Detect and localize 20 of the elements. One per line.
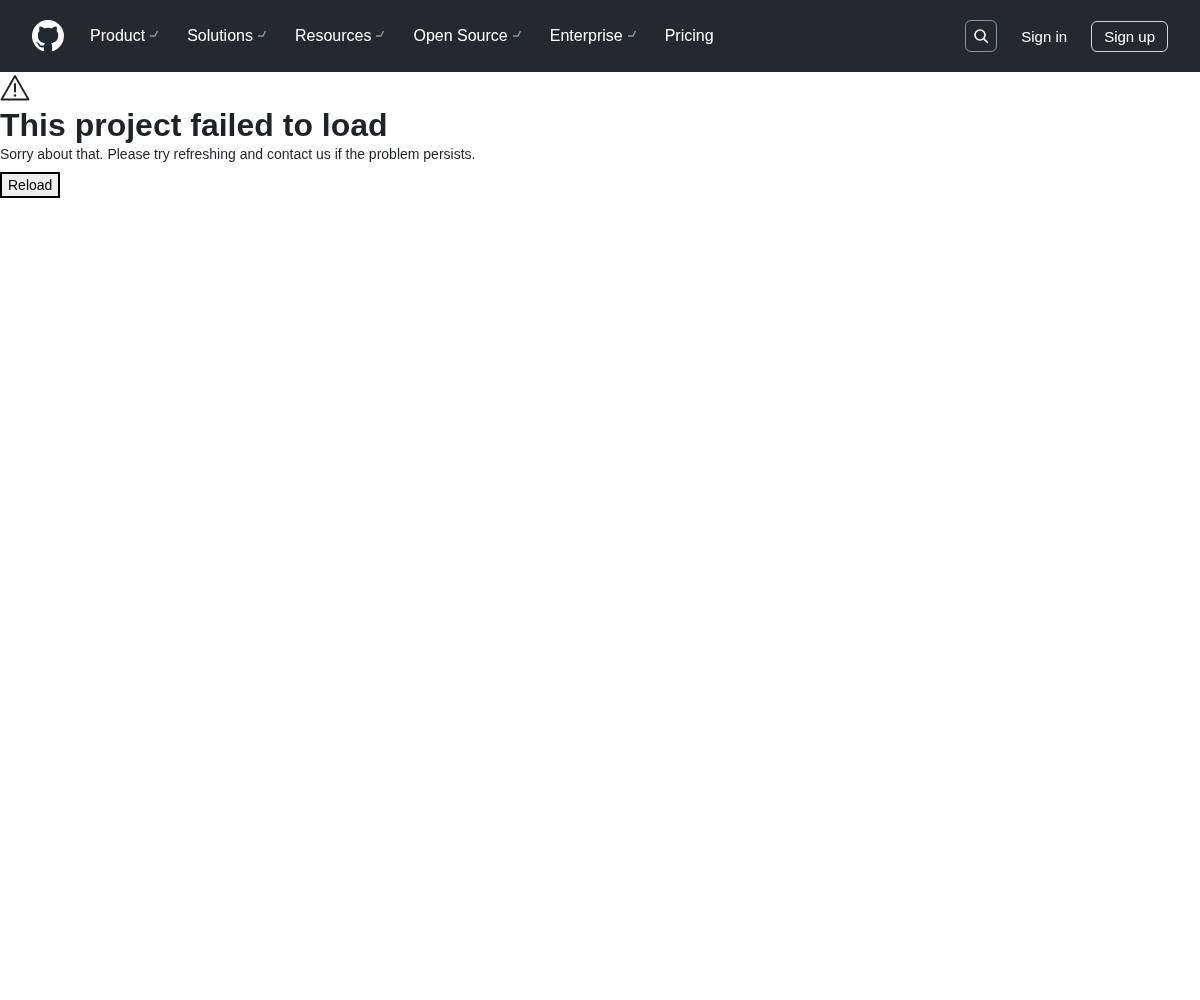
search-button[interactable] <box>965 20 998 52</box>
chevron-icon <box>626 30 637 38</box>
nav-menu-button[interactable]: Open Source <box>407 27 528 45</box>
nav-menu-button[interactable]: Product <box>84 27 166 45</box>
reload-button[interactable]: Reload <box>0 172 61 199</box>
error-message: Sorry about that. Please try refreshing and contact us if the problem persists. <box>0 146 477 163</box>
nav-link[interactable]: Pricing <box>658 27 720 45</box>
sign-up-button[interactable]: Sign up <box>1091 20 1168 52</box>
chevron-icon <box>511 30 522 38</box>
chevron-icon <box>256 30 267 38</box>
octocat-logo-icon[interactable] <box>32 20 64 52</box>
nav-menu-button[interactable]: Resources <box>288 27 392 45</box>
chevron-icon <box>149 30 160 38</box>
error-title: This project failed to load <box>0 106 389 145</box>
warning-icon <box>0 74 30 102</box>
chevron-icon <box>375 30 386 38</box>
nav-menu-button[interactable]: Enterprise <box>543 27 643 45</box>
search-icon <box>973 28 990 44</box>
nav-menu-button[interactable]: Solutions <box>181 27 273 45</box>
sign-in-link[interactable]: Sign in <box>1013 27 1076 45</box>
